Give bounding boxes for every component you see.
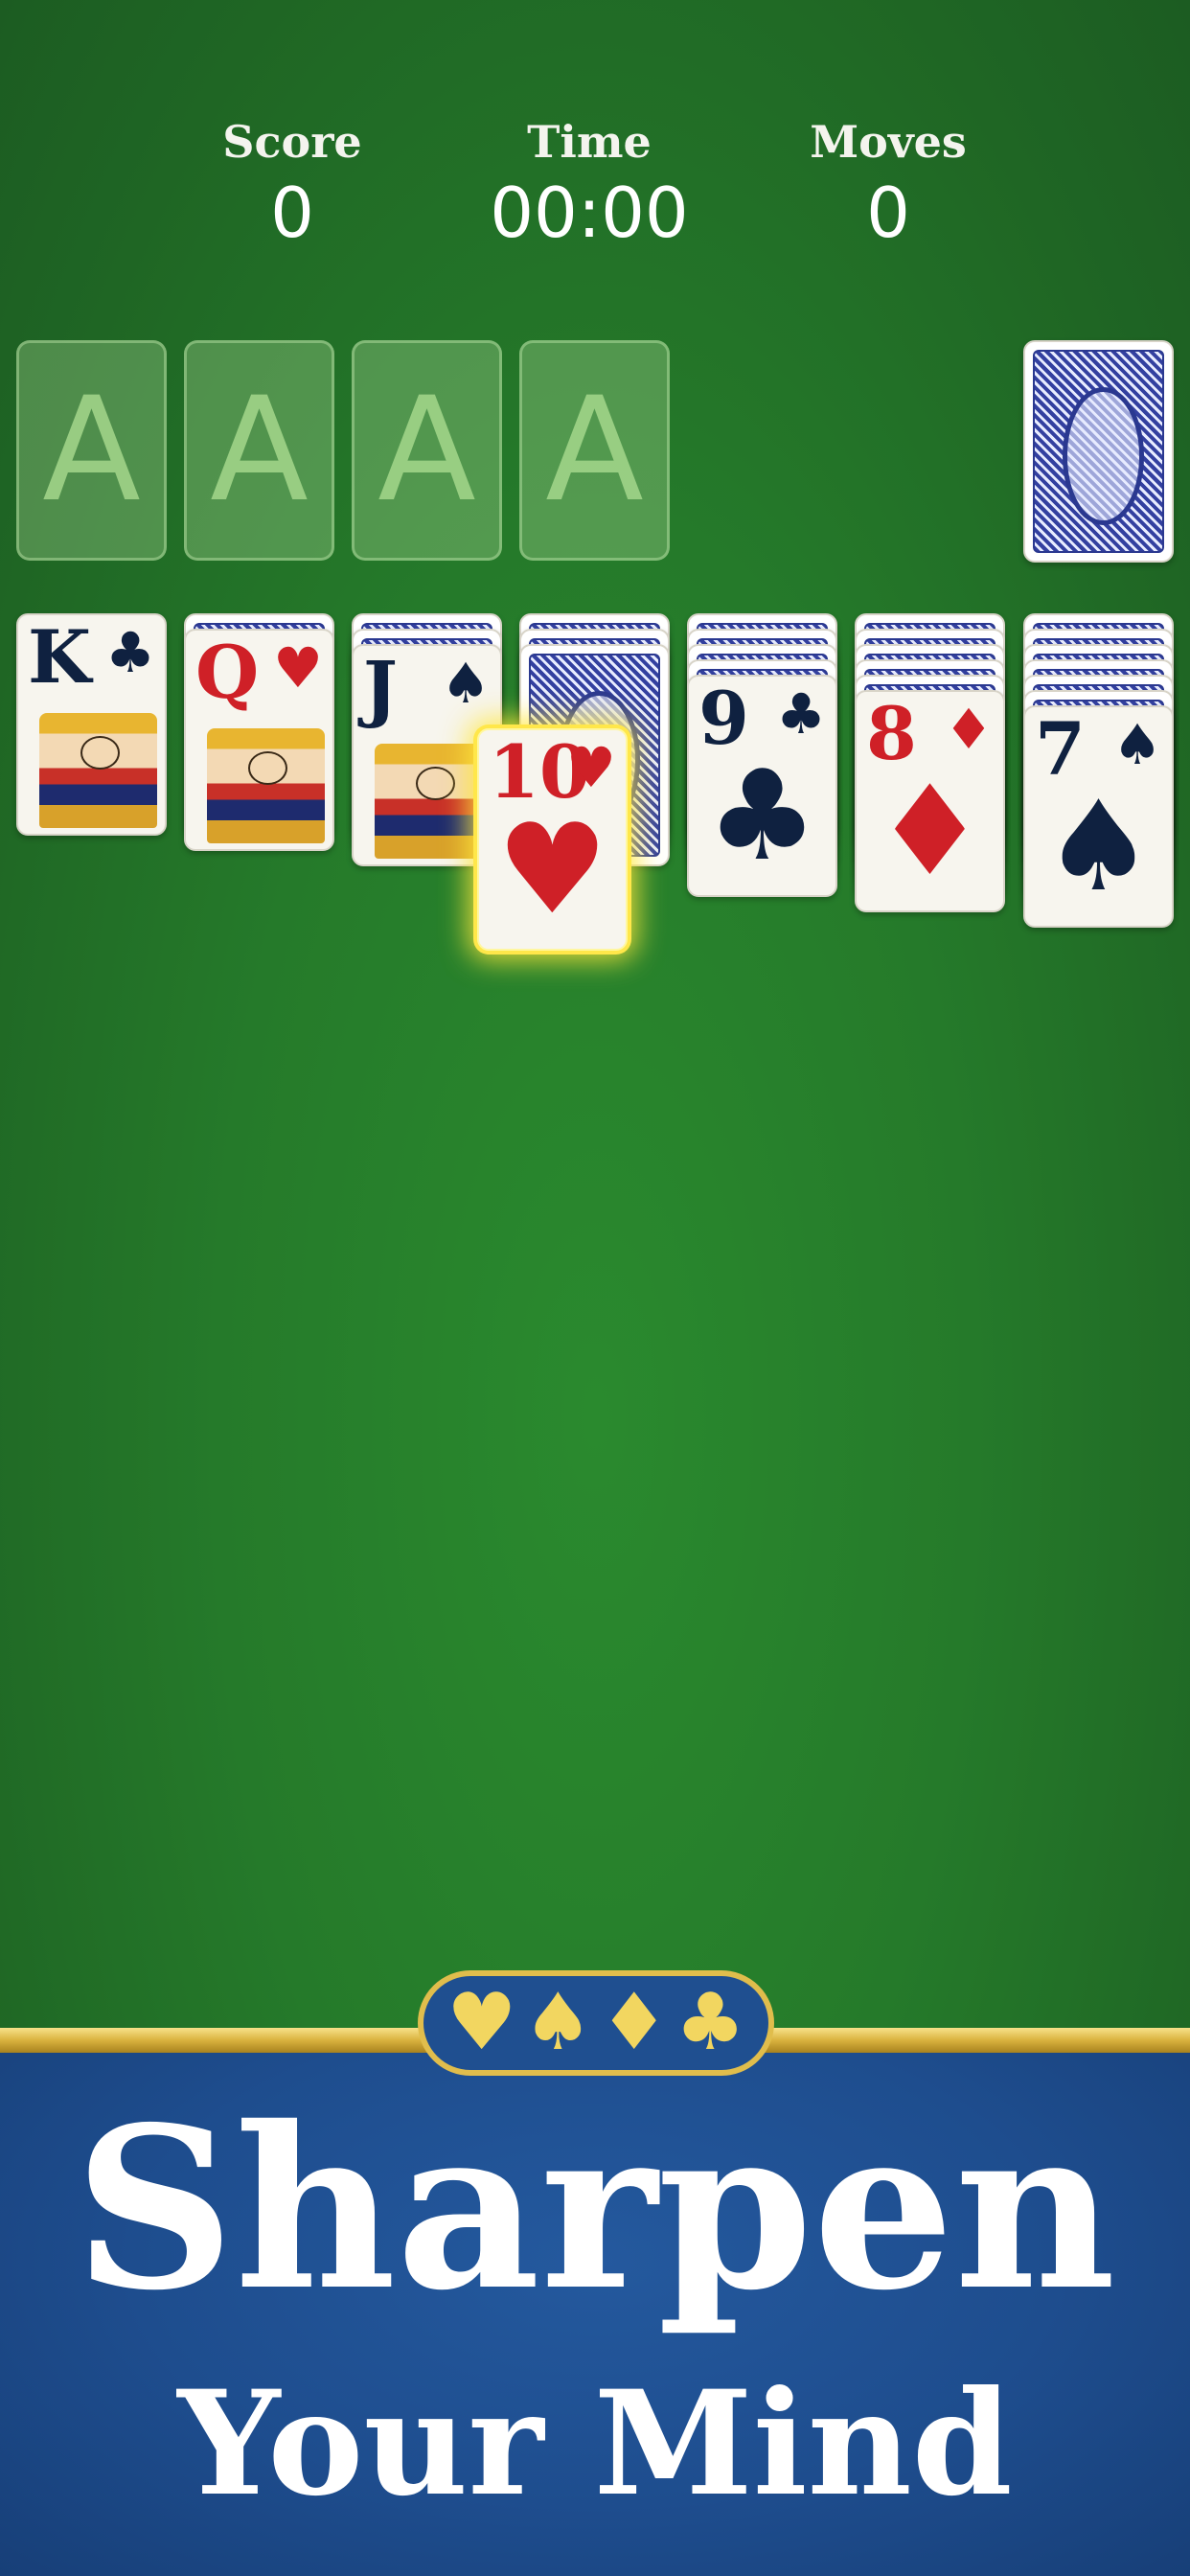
card-rank: Q bbox=[195, 630, 260, 715]
card-center-suit-icon: ♠ bbox=[1042, 773, 1155, 919]
face-card-portrait bbox=[375, 744, 492, 859]
tableau-card-4[interactable]: 10 ♥ ♥ bbox=[477, 728, 628, 951]
foundation-pile-3[interactable]: A bbox=[352, 340, 502, 561]
foundation-label: A bbox=[210, 367, 309, 534]
moves-label: Moves bbox=[810, 116, 967, 168]
time-label: Time bbox=[527, 116, 652, 168]
tableau-card-5[interactable]: 9 ♣ ♣ bbox=[687, 675, 837, 897]
card-suit-icon: ♣ bbox=[776, 681, 826, 747]
stats-bar: Score 0 Time 00:00 Moves 0 bbox=[0, 113, 1190, 266]
foundation-pile-4[interactable]: A bbox=[519, 340, 670, 561]
card-suit-icon: ♣ bbox=[105, 620, 155, 685]
score-label: Score bbox=[222, 116, 362, 168]
stock-pile[interactable] bbox=[1023, 340, 1174, 563]
card-center-suit-icon: ♦ bbox=[874, 758, 986, 904]
foundation-label: A bbox=[545, 367, 644, 534]
score-value: 0 bbox=[270, 172, 314, 253]
heart-icon: ♥ bbox=[446, 1977, 517, 2068]
card-suit-icon: ♥ bbox=[273, 635, 323, 701]
promo-banner: ♥ ♠ ♦ ♣ Sharpen Your Mind bbox=[0, 1970, 1190, 2576]
card-suit-icon: ♥ bbox=[566, 735, 616, 800]
diamond-icon: ♦ bbox=[599, 1977, 670, 2068]
card-center-suit-icon: ♥ bbox=[496, 796, 608, 942]
time-stat: Time 00:00 bbox=[446, 113, 733, 255]
headline-primary: Sharpen bbox=[74, 2078, 1116, 2339]
card-suit-icon: ♠ bbox=[441, 651, 491, 716]
card-rank: K bbox=[28, 614, 92, 700]
card-suit-icon: ♦ bbox=[944, 697, 994, 762]
suit-emblem: ♥ ♠ ♦ ♣ bbox=[418, 1970, 774, 2076]
time-value: 00:00 bbox=[490, 172, 689, 253]
spade-icon: ♠ bbox=[522, 1977, 593, 2068]
score-stat: Score 0 bbox=[149, 113, 436, 255]
card-back-icon bbox=[1033, 350, 1164, 553]
card-rank: J bbox=[363, 645, 398, 730]
club-icon: ♣ bbox=[675, 1977, 746, 2068]
headline-secondary: Your Mind bbox=[177, 2359, 1013, 2528]
tableau-card-6[interactable]: 8 ♦ ♦ bbox=[855, 690, 1005, 912]
tableau-card-1[interactable]: K ♣ bbox=[16, 613, 167, 836]
card-suit-icon: ♠ bbox=[1112, 712, 1162, 777]
foundation-label: A bbox=[42, 367, 141, 534]
card-center-suit-icon: ♣ bbox=[706, 743, 818, 888]
foundation-pile-2[interactable]: A bbox=[184, 340, 334, 561]
tableau-card-2[interactable]: Q ♥ bbox=[184, 629, 334, 851]
moves-stat: Moves 0 bbox=[744, 113, 1032, 255]
tableau-card-7[interactable]: 7 ♠ ♠ bbox=[1023, 705, 1174, 928]
face-card-portrait bbox=[39, 713, 157, 828]
foundation-label: A bbox=[378, 367, 476, 534]
moves-value: 0 bbox=[866, 172, 910, 253]
foundation-pile-1[interactable]: A bbox=[16, 340, 167, 561]
face-card-portrait bbox=[207, 728, 325, 843]
